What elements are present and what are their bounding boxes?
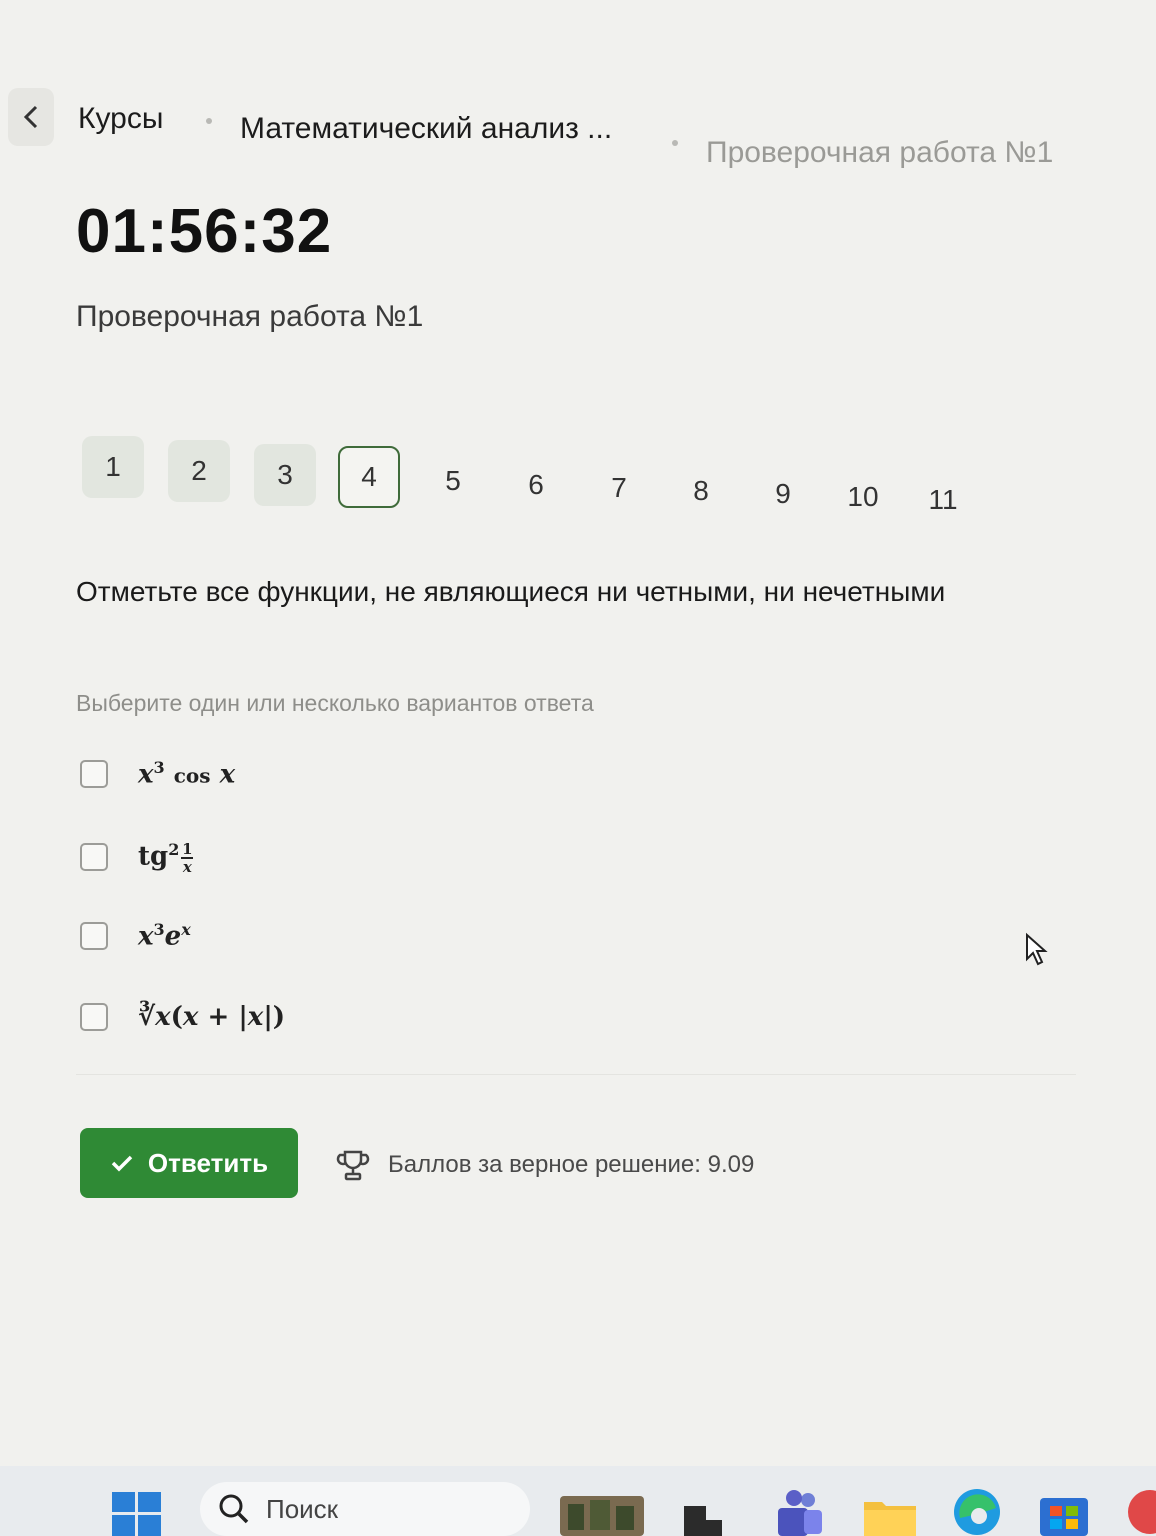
timer: 01:56:32 <box>76 197 333 266</box>
option-2[interactable]: tg2 1 x <box>80 839 194 876</box>
submit-button[interactable]: Ответить <box>80 1128 298 1198</box>
breadcrumb-courses[interactable]: Курсы <box>78 102 163 136</box>
divider <box>76 1074 1076 1075</box>
widgets-icon[interactable] <box>560 1496 644 1536</box>
question-nav-4[interactable]: 4 <box>338 446 400 508</box>
question-nav-6[interactable]: 6 <box>505 454 567 516</box>
trophy-icon <box>336 1150 370 1181</box>
back-button[interactable] <box>8 88 54 146</box>
question-nav-1[interactable]: 1 <box>82 436 144 498</box>
option-3[interactable]: x3ex <box>80 920 191 952</box>
option-1-checkbox[interactable] <box>80 759 108 788</box>
option-1[interactable]: x3 cos x <box>80 758 235 790</box>
breadcrumb-separator <box>672 140 678 146</box>
edge-icon[interactable] <box>952 1488 1002 1536</box>
question-nav-5[interactable]: 5 <box>422 450 484 512</box>
question-text: Отметьте все функции, не являющиеся ни ч… <box>76 576 946 607</box>
chevron-left-icon <box>23 105 38 129</box>
submit-label: Ответить <box>147 1147 269 1178</box>
question-nav-9[interactable]: 9 <box>752 463 814 525</box>
teams-icon[interactable] <box>774 1490 824 1536</box>
file-explorer-icon[interactable] <box>864 1496 916 1536</box>
score-text: Баллов за верное решение: 9.09 <box>388 1151 755 1178</box>
question-nav-3[interactable]: 3 <box>254 444 316 506</box>
option-3-formula: x3ex <box>138 920 191 952</box>
answer-hint: Выберите один или несколько вариантов от… <box>76 690 594 716</box>
question-nav-11[interactable]: 11 <box>912 469 974 531</box>
taskbar <box>0 1466 1156 1536</box>
test-title: Проверочная работа №1 <box>76 300 424 333</box>
breadcrumb-course[interactable]: Математический анализ ... <box>240 112 612 146</box>
app-icon[interactable] <box>1126 1488 1156 1536</box>
checkmark-icon <box>111 1155 133 1172</box>
mouse-cursor-icon <box>1026 932 1048 966</box>
option-1-formula: x3 cos x <box>138 758 236 790</box>
option-3-checkbox[interactable] <box>80 921 108 950</box>
windows-start-icon[interactable] <box>112 1492 162 1536</box>
taskbar-search[interactable]: Поиск <box>200 1482 530 1536</box>
option-4-formula: ∛x(x + |x|) <box>138 1002 286 1032</box>
option-2-formula: tg2 1 x <box>138 839 194 876</box>
option-4-checkbox[interactable] <box>80 1003 108 1031</box>
test-page: Курсы Математический анализ ... Провероч… <box>0 0 1156 1466</box>
option-4[interactable]: ∛x(x + |x|) <box>80 1002 285 1032</box>
search-placeholder: Поиск <box>266 1493 339 1524</box>
breadcrumb-current: Проверочная работа №1 <box>706 136 1054 169</box>
store-icon[interactable] <box>1040 1492 1088 1536</box>
breadcrumb-separator <box>206 118 212 124</box>
question-nav-10[interactable]: 10 <box>832 466 894 528</box>
question-nav-8[interactable]: 8 <box>670 460 732 522</box>
question-nav-7[interactable]: 7 <box>588 457 650 519</box>
task-view-icon[interactable] <box>684 1506 722 1536</box>
option-2-checkbox[interactable] <box>80 842 108 871</box>
score-info: Баллов за верное решение: 9.09 <box>336 1148 754 1182</box>
question-nav-2[interactable]: 2 <box>168 440 230 502</box>
search-icon <box>219 1494 249 1524</box>
